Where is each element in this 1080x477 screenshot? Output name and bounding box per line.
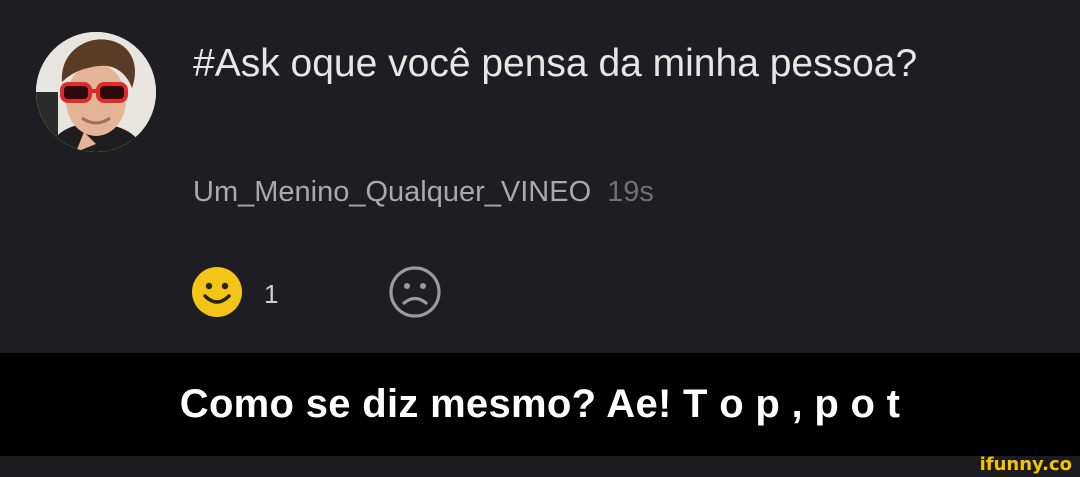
smiley-face-icon xyxy=(190,265,244,324)
avatar[interactable] xyxy=(36,32,156,152)
post-question: #Ask oque você pensa da minha pessoa? xyxy=(193,42,918,85)
happy-reaction-count: 1 xyxy=(264,278,279,309)
happy-reaction-button[interactable]: 1 xyxy=(190,265,278,324)
footer-strip xyxy=(0,456,1080,477)
sad-reaction-button[interactable] xyxy=(388,265,442,324)
ifunny-watermark: ifunny.co xyxy=(979,454,1072,475)
post-meta: Um_Menino_Qualquer_VINEO 19s xyxy=(193,172,654,212)
caption-bar: Como se diz mesmo? Ae! T o p , p o t xyxy=(0,353,1080,456)
reactions-bar: 1 xyxy=(190,265,442,324)
ask-post: #Ask oque você pensa da minha pessoa? Um… xyxy=(0,0,1080,353)
meme-caption: Como se diz mesmo? Ae! T o p , p o t xyxy=(179,382,901,426)
sad-face-icon xyxy=(388,265,442,324)
username-link[interactable]: Um_Menino_Qualquer_VINEO xyxy=(193,176,591,208)
post-time: 19s xyxy=(607,176,654,208)
